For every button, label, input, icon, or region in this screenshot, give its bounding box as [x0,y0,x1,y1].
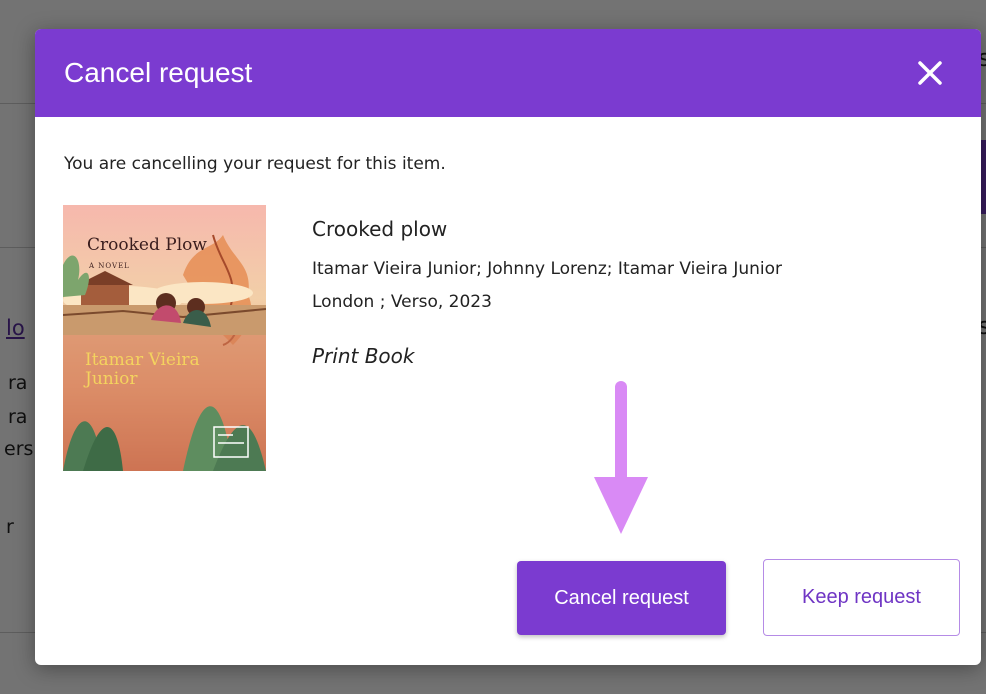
cover-author: Itamar Vieira Junior [85,350,200,389]
close-button[interactable] [913,56,947,90]
cover-title: Crooked Plow [87,235,207,255]
dialog-title: Cancel request [64,57,253,88]
item-publication: London ; Verso, 2023 [312,292,492,312]
item-authors: Itamar Vieira Junior; Johnny Lorenz; Ita… [312,259,783,279]
keep-request-button[interactable]: Keep request [763,559,960,636]
cancel-request-dialog: Cancel request You are cancelling your r… [35,29,981,665]
item-title: Crooked plow [312,217,448,241]
dialog-body: You are cancelling your request for this… [35,117,981,665]
dialog-message: You are cancelling your request for this… [64,154,446,174]
item-format: Print Book [312,344,415,368]
item-details: Crooked plow Itamar Vieira Junior; Johnn… [312,217,782,368]
book-cover: Crooked Plow A NOVEL Itamar Vieira Junio… [63,205,266,471]
close-icon [918,61,942,85]
cancel-request-button[interactable]: Cancel request [517,561,726,635]
dialog-header: Cancel request [35,29,981,117]
cover-subtitle: A NOVEL [89,262,130,270]
arrow-down-icon [594,381,648,534]
